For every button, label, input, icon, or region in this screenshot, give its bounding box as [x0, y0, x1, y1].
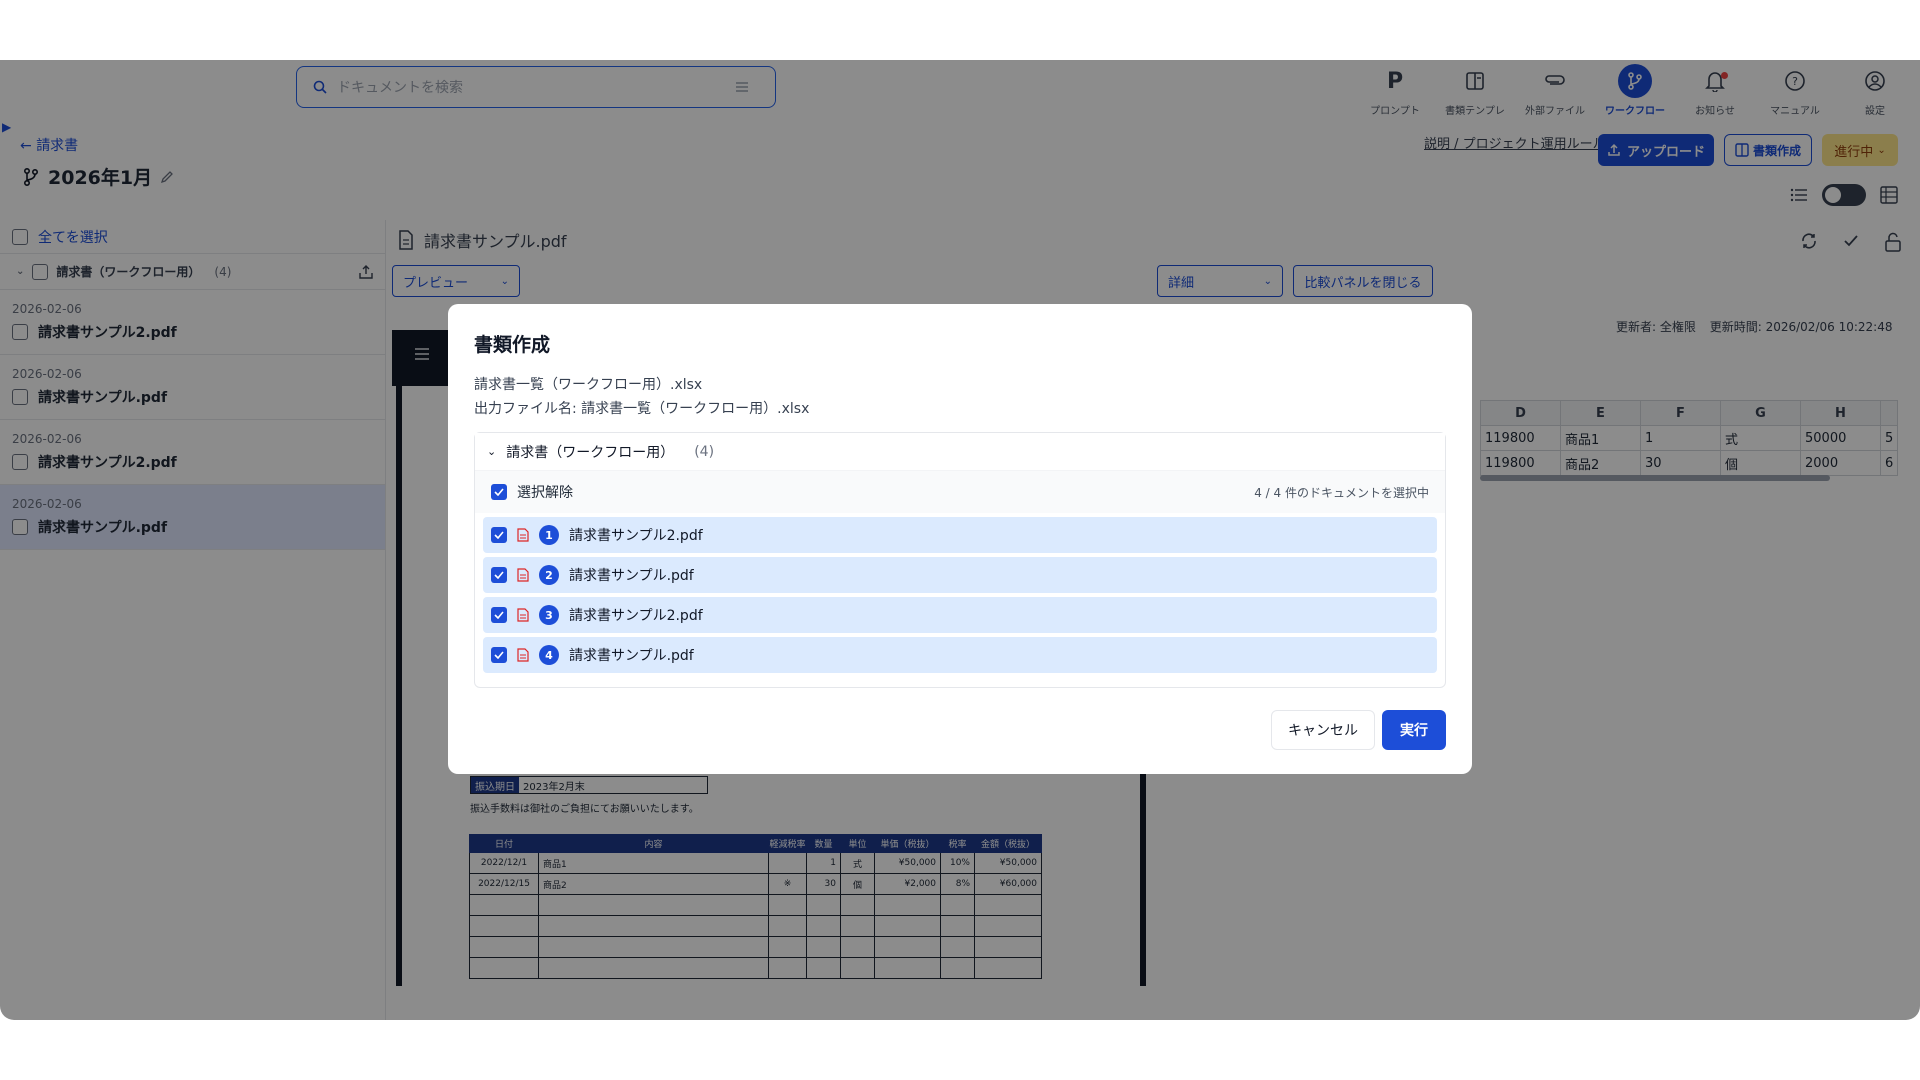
dialog-group-row[interactable]: ⌄ 請求書（ワークフロー用） (4) [475, 433, 1445, 471]
dialog-group-name: 請求書（ワークフロー用） [506, 444, 675, 461]
document-selection-box: ⌄ 請求書（ワークフロー用） (4) 選択解除 4 / 4 件のドキュメントを選… [474, 432, 1446, 688]
item-name: 請求書サンプル.pdf [569, 648, 694, 664]
dialog-title: 書類作成 [474, 334, 551, 356]
order-badge: 2 [539, 565, 559, 585]
list-item[interactable]: 1 請求書サンプル2.pdf [483, 517, 1437, 553]
item-checkbox[interactable] [491, 527, 507, 543]
item-checkbox[interactable] [491, 647, 507, 663]
item-checkbox[interactable] [491, 567, 507, 583]
output-file-name: 出力ファイル名: 請求書一覧（ワークフロー用）.xlsx [474, 401, 810, 417]
pdf-file-icon [517, 528, 529, 542]
item-checkbox[interactable] [491, 607, 507, 623]
list-item[interactable]: 4 請求書サンプル.pdf [483, 637, 1437, 673]
run-button[interactable]: 実行 [1382, 710, 1446, 750]
deselect-row[interactable]: 選択解除 4 / 4 件のドキュメントを選択中 [475, 471, 1445, 513]
cancel-button[interactable]: キャンセル [1271, 710, 1375, 750]
order-badge: 1 [539, 525, 559, 545]
pdf-file-icon [517, 568, 529, 582]
source-file: 請求書一覧（ワークフロー用）.xlsx [474, 377, 703, 393]
list-item[interactable]: 2 請求書サンプル.pdf [483, 557, 1437, 593]
order-badge: 4 [539, 645, 559, 665]
item-name: 請求書サンプル.pdf [569, 568, 694, 584]
deselect-checkbox[interactable] [491, 484, 507, 500]
check-icon [494, 571, 504, 579]
order-badge: 3 [539, 605, 559, 625]
item-name: 請求書サンプル2.pdf [569, 608, 703, 624]
selection-count: 4 / 4 件のドキュメントを選択中 [1254, 485, 1429, 500]
check-icon [494, 488, 504, 496]
item-name: 請求書サンプル2.pdf [569, 528, 703, 544]
pdf-file-icon [517, 608, 529, 622]
check-icon [494, 531, 504, 539]
list-item[interactable]: 3 請求書サンプル2.pdf [483, 597, 1437, 633]
deselect-label: 選択解除 [517, 485, 573, 501]
check-icon [494, 611, 504, 619]
create-document-dialog: 書類作成 請求書一覧（ワークフロー用）.xlsx 出力ファイル名: 請求書一覧（… [448, 304, 1472, 774]
dialog-group-count: (4) [694, 443, 715, 460]
pdf-file-icon [517, 648, 529, 662]
chevron-down-icon[interactable]: ⌄ [487, 445, 496, 458]
check-icon [494, 651, 504, 659]
